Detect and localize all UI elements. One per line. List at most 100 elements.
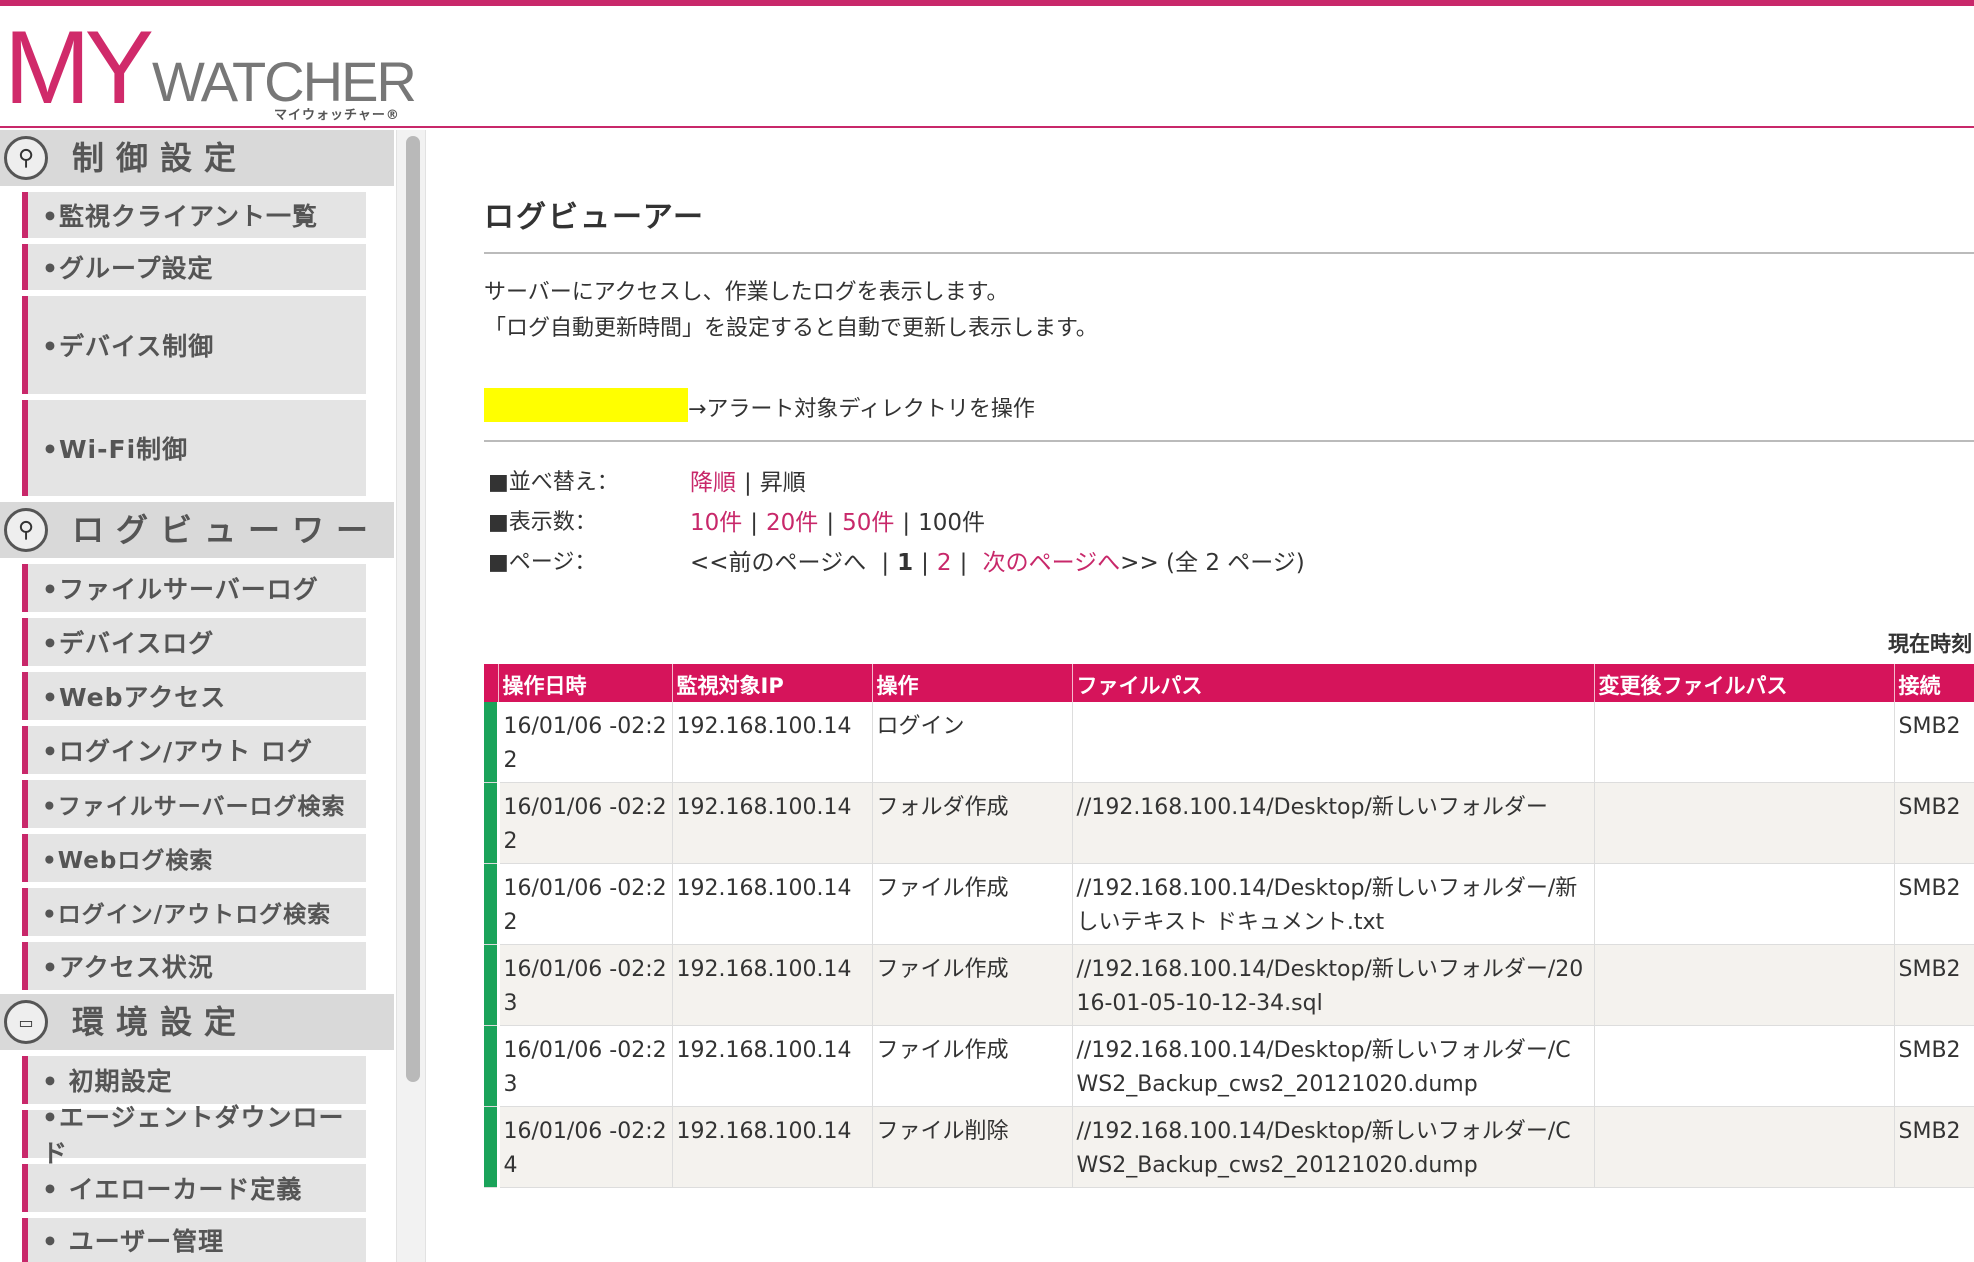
cell-connection: SMB2 [1894, 782, 1974, 864]
sort-desc-link[interactable]: 降順 [690, 470, 736, 496]
cell-new-filepath [1594, 944, 1895, 1026]
row-status-flag [484, 944, 500, 1026]
sidebar-item-web-access[interactable]: •Webアクセス [22, 672, 366, 720]
sidebar-item-file-server-log[interactable]: •ファイルサーバーログ [22, 564, 366, 612]
sidebar-item-login-logout-log-search[interactable]: •ログイン/アウトログ検索 [22, 888, 366, 936]
cell-ip: 192.168.100.14 [672, 863, 873, 945]
column-header-filepath[interactable]: ファイルパス [1072, 664, 1595, 702]
column-header-ip[interactable]: 監視対象IP [672, 664, 873, 702]
sort-options: 降順 | 昇順 [690, 463, 806, 497]
cell-datetime: 16/01/06 -02:22 [498, 863, 673, 945]
description-line-1: サーバーにアクセスし、作業したログを表示します。 [484, 280, 1009, 305]
divider [484, 252, 1974, 254]
sort-asc-current: 昇順 [759, 470, 806, 496]
cell-ip: 192.168.100.14 [672, 1025, 873, 1107]
table-row[interactable]: 16/01/06 -02:22 192.168.100.14 ログイン SMB2 [484, 702, 1974, 783]
count-100-current: 100件 [918, 510, 985, 536]
sidebar-section-control[interactable]: ⚲ 制御設定 [0, 130, 394, 186]
sidebar-item-device-control[interactable]: •デバイス制御 [22, 296, 366, 394]
count-20-link[interactable]: 20件 [766, 510, 818, 536]
sidebar-item-agent-download[interactable]: •エージェントダウンロード [22, 1103, 366, 1168]
cell-operation: ファイル作成 [872, 944, 1073, 1026]
sidebar-item-login-logout-log[interactable]: •ログイン/アウト ログ [22, 726, 366, 774]
cell-datetime: 16/01/06 -02:23 [498, 1025, 673, 1107]
page-title: ログビューアー [484, 200, 705, 235]
cell-datetime: 16/01/06 -02:22 [498, 782, 673, 864]
cell-connection: SMB2 [1894, 702, 1974, 783]
cell-new-filepath [1594, 782, 1895, 864]
column-header-connection[interactable]: 接続 [1894, 664, 1974, 702]
count-10-link[interactable]: 10件 [690, 510, 742, 536]
cell-filepath [1072, 702, 1595, 783]
next-page-link[interactable]: 次のページへ [983, 550, 1121, 576]
logo-kana: マイウォッチャー® [274, 108, 400, 123]
sidebar-item-web-log-search[interactable]: •Webログ検索 [22, 834, 366, 882]
cell-ip: 192.168.100.14 [672, 782, 873, 864]
sidebar-item-access-status[interactable]: •アクセス状況 [22, 942, 366, 990]
sidebar-section-environment[interactable]: ▭ 環境設定 [0, 994, 394, 1050]
sidebar-scrollbar-thumb[interactable] [406, 136, 420, 1082]
sidebar-item-wifi-control[interactable]: •Wi-Fi制御 [22, 400, 366, 496]
row-status-flag [484, 1106, 500, 1188]
cell-filepath: //192.168.100.14/Desktop/新しいフォルダー [1072, 782, 1595, 864]
separator: | [744, 470, 752, 496]
cell-operation: ログイン [872, 702, 1073, 783]
table-row[interactable]: 16/01/06 -02:24 192.168.100.14 ファイル削除//192… [484, 1106, 1974, 1188]
table-header-row: 操作日時 監視対象IP 操作 ファイルパス 変更後ファイルパス 接続 [484, 664, 1974, 702]
prev-page-text: <<前のページへ [690, 550, 867, 576]
row-status-flag [484, 1025, 500, 1107]
cell-filepath: //192.168.100.14/Desktop/新しいフォルダー/2016-0… [1072, 944, 1595, 1026]
cell-ip: 192.168.100.14 [672, 702, 873, 783]
next-page-suffix: >> [1120, 550, 1159, 576]
sidebar-item-initial-settings[interactable]: • 初期設定 [22, 1056, 366, 1104]
count-label: ■表示数： [488, 510, 597, 535]
cell-datetime: 16/01/06 -02:22 [498, 702, 673, 783]
cell-filepath: //192.168.100.14/Desktop/新しいフォルダー/CWS2_B… [1072, 1025, 1595, 1107]
sidebar-section-label: ログビューワー [72, 511, 381, 549]
magnify-icon: ⚲ [4, 508, 48, 552]
row-status-flag [484, 702, 500, 783]
count-50-link[interactable]: 50件 [842, 510, 894, 536]
header-flag [484, 664, 499, 702]
cell-connection: SMB2 [1894, 1025, 1974, 1107]
column-header-new-filepath[interactable]: 変更後ファイルパス [1594, 664, 1895, 702]
sidebar-item-device-log[interactable]: •デバイスログ [22, 618, 366, 666]
count-options: 10件 | 20件 | 50件 | 100件 [690, 510, 985, 536]
page-label: ■ページ： [488, 550, 597, 575]
table-row[interactable]: 16/01/06 -02:22 192.168.100.14 フォルダ作成//192… [484, 782, 1974, 864]
logo-watcher: WATCHER [152, 50, 417, 113]
divider [484, 440, 1974, 442]
table-row[interactable]: 16/01/06 -02:23 192.168.100.14 ファイル作成//192… [484, 944, 1974, 1026]
sidebar-section-log-viewer[interactable]: ⚲ ログビューワー [0, 502, 394, 558]
column-header-operation[interactable]: 操作 [872, 664, 1073, 702]
sidebar-item-group-settings[interactable]: •グループ設定 [22, 244, 366, 290]
search-icon: ⚲ [4, 136, 48, 180]
table-row[interactable]: 16/01/06 -02:22 192.168.100.14 ファイル作成//192… [484, 863, 1974, 945]
sidebar-item-user-management[interactable]: • ユーザー管理 [22, 1218, 366, 1262]
cell-datetime: 16/01/06 -02:24 [498, 1106, 673, 1188]
sidebar-item-file-server-log-search[interactable]: •ファイルサーバーログ検索 [22, 780, 366, 828]
row-status-flag [484, 863, 500, 945]
cell-datetime: 16/01/06 -02:23 [498, 944, 673, 1026]
current-time-label: 現在時刻 [1888, 632, 1972, 656]
page-1-current: 1 [897, 550, 914, 576]
cell-new-filepath [1594, 1025, 1895, 1107]
sidebar-item-client-list[interactable]: •監視クライアント一覧 [22, 192, 366, 238]
sidebar: ⚲ 制御設定 •監視クライアント一覧 •グループ設定 •デバイス制御 •Wi-F… [0, 130, 396, 1262]
sidebar-section-label: 環境設定 [72, 1003, 249, 1041]
cell-connection: SMB2 [1894, 1106, 1974, 1188]
pager: <<前のページへ | 1 | 2 | 次のページへ>> (全 2 ページ) [690, 550, 1305, 576]
page-total: (全 2 ページ) [1166, 550, 1305, 576]
column-header-datetime[interactable]: 操作日時 [498, 664, 673, 702]
alert-legend-text: →アラート対象ディレクトリを操作 [688, 397, 1035, 422]
sidebar-section-label: 制御設定 [72, 139, 249, 177]
description-line-2: 「ログ自動更新時間」を設定すると自動で更新し表示します。 [484, 316, 1098, 341]
table-row[interactable]: 16/01/06 -02:23 192.168.100.14 ファイル作成//192… [484, 1025, 1974, 1107]
sidebar-item-yellow-card[interactable]: • イエローカード定義 [22, 1164, 366, 1212]
cell-connection: SMB2 [1894, 944, 1974, 1026]
cell-connection: SMB2 [1894, 863, 1974, 945]
monitor-icon: ▭ [4, 1000, 48, 1044]
logo[interactable]: MY WATCHER マイウォッチャー® [4, 16, 417, 123]
page-2-link[interactable]: 2 [937, 550, 952, 576]
cell-new-filepath [1594, 863, 1895, 945]
